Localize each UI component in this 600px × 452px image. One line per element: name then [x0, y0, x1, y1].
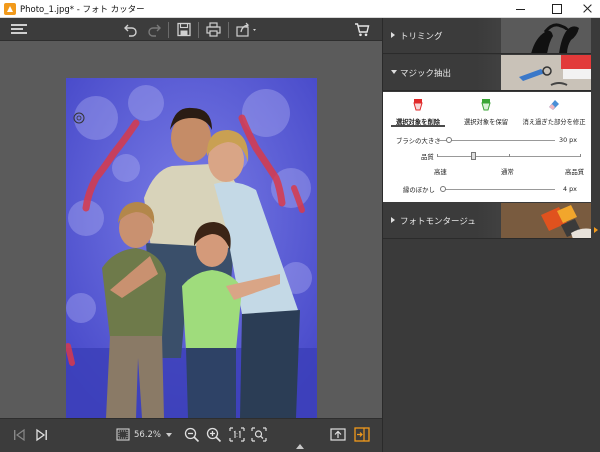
- zoom-fit-icon[interactable]: [116, 427, 130, 442]
- panel-scrollbar[interactable]: [591, 18, 600, 452]
- export-image-icon[interactable]: [330, 427, 346, 442]
- share-icon[interactable]: [236, 22, 258, 37]
- hamburger-menu-icon[interactable]: [11, 22, 27, 37]
- remove-selection-tool[interactable]: 選択対象を削除: [385, 98, 451, 127]
- section-magic-extraction[interactable]: マジック抽出: [383, 55, 591, 91]
- section-trimming[interactable]: トリミング: [383, 18, 591, 54]
- photo-image[interactable]: [66, 78, 317, 418]
- bottom-toolbar: 56.2%: [0, 418, 382, 452]
- section-photo-montage[interactable]: フォトモンタージュ: [383, 203, 591, 239]
- close-button[interactable]: [572, 0, 600, 18]
- top-toolbar: [0, 18, 382, 41]
- minimize-button[interactable]: [505, 0, 535, 18]
- collapse-arrow-icon: [391, 70, 397, 74]
- magic-extraction-thumbnail: [501, 55, 591, 90]
- tools-panel: トリミング マジック抽出 選択対象を削除 選択対象を保留 消え過ぎた部分を修正 …: [382, 18, 600, 452]
- toolbar-separator: [228, 22, 229, 38]
- section-label: トリミング: [400, 32, 443, 42]
- eraser-blue-icon: [549, 100, 559, 110]
- marker-green-icon: [481, 99, 491, 111]
- panel-toggle-arrow-icon[interactable]: [594, 227, 598, 233]
- undo-icon[interactable]: [124, 22, 138, 37]
- quality-label: 品質: [421, 153, 434, 161]
- quality-option-fast: 高速: [434, 168, 447, 176]
- quality-tick: [580, 154, 581, 157]
- toolbar-separator: [168, 22, 169, 38]
- active-tool-underline: [391, 125, 445, 127]
- edge-blur-slider[interactable]: [440, 186, 446, 192]
- eraser-red-icon: [413, 99, 423, 111]
- quality-tick: [437, 154, 438, 157]
- section-label: マジック抽出: [400, 69, 452, 79]
- redo-icon[interactable]: [147, 22, 161, 37]
- keep-selection-tool[interactable]: 選択対象を保留: [453, 98, 519, 126]
- actual-size-icon[interactable]: [229, 427, 245, 442]
- first-image-icon[interactable]: [12, 427, 26, 442]
- magic-extraction-body: 選択対象を削除 選択対象を保留 消え過ぎた部分を修正 ブラシの大きさ 30 px…: [383, 92, 591, 202]
- brush-size-label: ブラシの大きさ: [396, 137, 441, 145]
- zoom-to-fit-icon[interactable]: [251, 427, 267, 442]
- edge-blur-track[interactable]: [443, 189, 555, 190]
- cart-icon[interactable]: [354, 22, 370, 37]
- quality-option-normal: 通常: [501, 168, 514, 176]
- title-bar: Photo_1.jpg* - フォト カッター: [0, 0, 600, 18]
- section-label: フォトモンタージュ: [400, 217, 476, 227]
- quality-option-high: 高品質: [565, 168, 585, 176]
- save-icon[interactable]: [177, 22, 191, 37]
- edge-blur-label: 縁のぼかし: [403, 186, 435, 194]
- edge-blur-value: 4 px: [563, 185, 577, 193]
- window-title: Photo_1.jpg* - フォト カッター: [20, 5, 145, 15]
- quality-slider[interactable]: [471, 152, 476, 160]
- maximize-button[interactable]: [541, 0, 571, 18]
- expand-arrow-icon: [391, 32, 395, 38]
- collapse-arrow-icon[interactable]: [296, 444, 304, 449]
- brush-size-slider[interactable]: [446, 137, 452, 143]
- toolbar-separator: [198, 22, 199, 38]
- zoom-out-icon[interactable]: [184, 427, 200, 443]
- brush-size-track[interactable]: [437, 140, 555, 141]
- photo-canvas[interactable]: [0, 42, 382, 418]
- quality-tick: [509, 154, 510, 157]
- trimming-thumbnail: [501, 18, 591, 53]
- photo-montage-thumbnail: [501, 203, 591, 238]
- workspace: 56.2%: [0, 18, 382, 452]
- print-icon[interactable]: [206, 22, 221, 37]
- zoom-in-icon[interactable]: [206, 427, 222, 443]
- zoom-dropdown-icon[interactable]: [166, 433, 172, 437]
- expand-arrow-icon: [391, 217, 395, 223]
- next-image-icon[interactable]: [35, 427, 49, 442]
- brush-size-value: 30 px: [559, 136, 578, 144]
- restore-overerased-tool[interactable]: 消え過ぎた部分を修正: [521, 98, 587, 126]
- zoom-level[interactable]: 56.2%: [134, 430, 161, 440]
- toggle-panel-icon[interactable]: [354, 427, 370, 442]
- app-icon: [4, 3, 16, 15]
